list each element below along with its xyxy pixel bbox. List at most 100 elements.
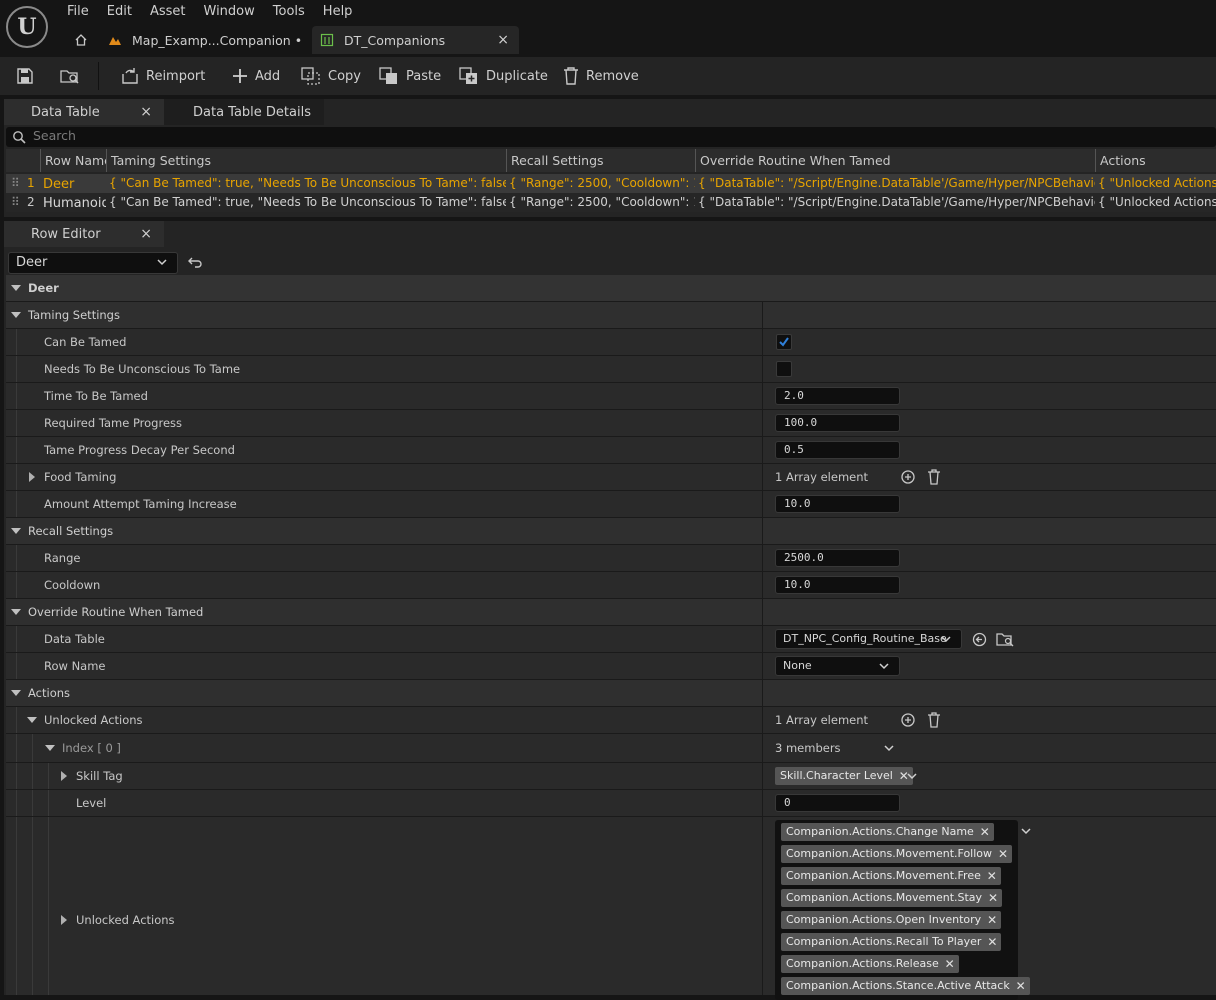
remove-tag-icon[interactable]: ✕	[1016, 977, 1026, 995]
tab-dt-companions[interactable]: DT_Companions ×	[312, 26, 519, 54]
menu-edit[interactable]: Edit	[98, 2, 141, 22]
time-to-be-tamed-input[interactable]: 2.0	[775, 387, 900, 405]
close-panel-icon[interactable]: ×	[140, 226, 152, 242]
copy-button[interactable]: Copy	[300, 57, 361, 95]
remove-tag-icon[interactable]: ✕	[980, 823, 990, 841]
trash-icon	[564, 67, 578, 85]
actions-cell: { "Unlocked Actions": [	[1098, 195, 1216, 209]
reset-row-button[interactable]	[187, 255, 203, 272]
column-header-recall-settings[interactable]: Recall Settings	[506, 149, 695, 172]
remove-button[interactable]: Remove	[562, 57, 639, 95]
tame-decay-input[interactable]: 0.5	[775, 441, 900, 459]
row-drag-handle-icon[interactable]: ⠿	[8, 174, 20, 193]
property-label: Amount Attempt Taming Increase	[44, 497, 237, 511]
row-index: 1	[27, 176, 35, 190]
trash-icon[interactable]	[927, 469, 941, 485]
property-label: Needs To Be Unconscious To Tame	[44, 362, 241, 376]
chevron-down-icon[interactable]	[1021, 828, 1031, 835]
menu-tools[interactable]: Tools	[264, 2, 314, 22]
plus-icon	[233, 69, 247, 83]
property-food-taming[interactable]: Food Taming 1 Array element	[6, 464, 1216, 491]
cooldown-input[interactable]: 10.0	[775, 576, 900, 594]
range-input[interactable]: 2500.0	[775, 549, 900, 567]
recall-settings-cell: { "Range": 2500, "Cooldown": 10 }	[509, 195, 695, 209]
main-menu: File Edit Asset Window Tools Help	[58, 2, 361, 22]
paste-button[interactable]: Paste	[378, 57, 441, 95]
chevron-down-icon[interactable]	[884, 745, 894, 752]
unreal-logo-icon[interactable]: U	[6, 6, 48, 48]
category-taming-settings[interactable]: Taming Settings	[6, 302, 1216, 329]
category-recall-settings[interactable]: Recall Settings	[6, 518, 1216, 545]
property-label: Food Taming	[44, 470, 117, 484]
amount-attempt-input[interactable]: 10.0	[775, 495, 900, 513]
property-index-0[interactable]: Index [ 0 ] 3 members	[6, 734, 1216, 763]
tab-data-table-details[interactable]: Data Table Details	[164, 99, 324, 125]
tag-label: Companion.Actions.Open Inventory	[786, 913, 982, 926]
save-button[interactable]	[16, 57, 34, 95]
property-label: Level	[76, 796, 107, 810]
category-deer[interactable]: Deer	[6, 275, 1216, 302]
chevron-down-icon	[879, 663, 889, 670]
tab-data-table-label: Data Table	[31, 104, 100, 120]
add-button[interactable]: Add	[231, 57, 280, 95]
column-header-actions[interactable]: Actions	[1095, 149, 1216, 172]
tab-map[interactable]: Map_Examp...Companion •	[100, 26, 310, 54]
reimport-button[interactable]: Reimport	[120, 57, 205, 95]
menu-file[interactable]: File	[58, 2, 98, 22]
remove-tag-icon[interactable]: ✕	[987, 933, 997, 951]
row-name-dropdown[interactable]: None	[775, 656, 900, 676]
trash-icon[interactable]	[927, 712, 941, 728]
chevron-down-icon[interactable]	[907, 773, 917, 780]
data-table-dropdown[interactable]: DT_NPC_Config_Routine_Base	[775, 629, 962, 649]
tab-data-table[interactable]: Data Table ×	[4, 99, 164, 125]
tab-row-editor[interactable]: Row Editor ×	[4, 221, 164, 247]
home-tab[interactable]	[68, 26, 94, 54]
row-index: 2	[27, 195, 35, 209]
property-label: Required Tame Progress	[44, 416, 183, 430]
add-element-icon[interactable]	[901, 470, 915, 484]
expand-arrow-icon	[11, 609, 21, 615]
duplicate-button[interactable]: Duplicate	[458, 57, 548, 95]
remove-tag-icon[interactable]: ✕	[988, 889, 998, 907]
property-skill-tag[interactable]: Skill Tag Skill.Character Level ✕	[6, 763, 1216, 790]
category-actions[interactable]: Actions	[6, 680, 1216, 707]
menu-asset[interactable]: Asset	[141, 2, 195, 22]
close-panel-icon[interactable]: ×	[140, 104, 152, 120]
column-header-row-name[interactable]: Row Name	[40, 149, 106, 172]
category-override-routine[interactable]: Override Routine When Tamed	[6, 599, 1216, 626]
remove-tag-icon[interactable]: ✕	[987, 911, 997, 929]
add-label: Add	[255, 68, 281, 84]
remove-tag-icon[interactable]: ✕	[998, 845, 1008, 863]
remove-tag-icon[interactable]: ✕	[987, 867, 997, 885]
close-tab-icon[interactable]: ×	[497, 32, 509, 48]
row-select-dropdown[interactable]: Deer	[8, 252, 178, 274]
chevron-down-icon	[941, 636, 951, 643]
menu-help[interactable]: Help	[314, 2, 362, 22]
actions-cell: { "Unlocked Actions": [	[1098, 176, 1216, 190]
level-input[interactable]: 0	[775, 794, 900, 812]
column-header-override-routine[interactable]: Override Routine When Tamed	[695, 149, 1095, 172]
can-be-tamed-checkbox[interactable]	[776, 334, 792, 350]
property-label: Unlocked Actions	[44, 713, 143, 727]
menu-window[interactable]: Window	[195, 2, 264, 22]
column-header-taming-settings[interactable]: Taming Settings	[106, 149, 506, 172]
tab-data-table-details-label: Data Table Details	[193, 104, 311, 120]
property-unlocked-actions[interactable]: Unlocked Actions 1 Array element	[6, 707, 1216, 734]
required-tame-progress-input[interactable]: 100.0	[775, 414, 900, 432]
recall-settings-cell: { "Range": 2500, "Cooldown": 10 }	[509, 176, 695, 190]
browse-button[interactable]	[60, 57, 80, 95]
tag-label: Companion.Actions.Movement.Stay	[786, 891, 983, 904]
reimport-icon	[122, 68, 138, 84]
needs-unconscious-checkbox[interactable]	[776, 361, 792, 377]
tag-label: Companion.Actions.Change Name	[786, 825, 974, 838]
row-drag-handle-icon[interactable]: ⠿	[8, 193, 20, 212]
property-time-to-be-tamed: Time To Be Tamed 2.0	[6, 383, 1216, 410]
add-element-icon[interactable]	[901, 713, 915, 727]
use-selected-icon[interactable]	[972, 632, 987, 647]
property-unlocked-actions-inner[interactable]: Unlocked Actions Companion.Actions.Chang…	[6, 817, 1216, 1000]
remove-tag-icon[interactable]: ✕	[945, 955, 955, 973]
action-tag-chip: Companion.Actions.Stance.Active Attack ✕	[781, 977, 1030, 995]
browse-icon[interactable]	[996, 631, 1014, 647]
row-select-value: Deer	[16, 255, 48, 270]
search-input[interactable]: Search	[6, 127, 1216, 147]
